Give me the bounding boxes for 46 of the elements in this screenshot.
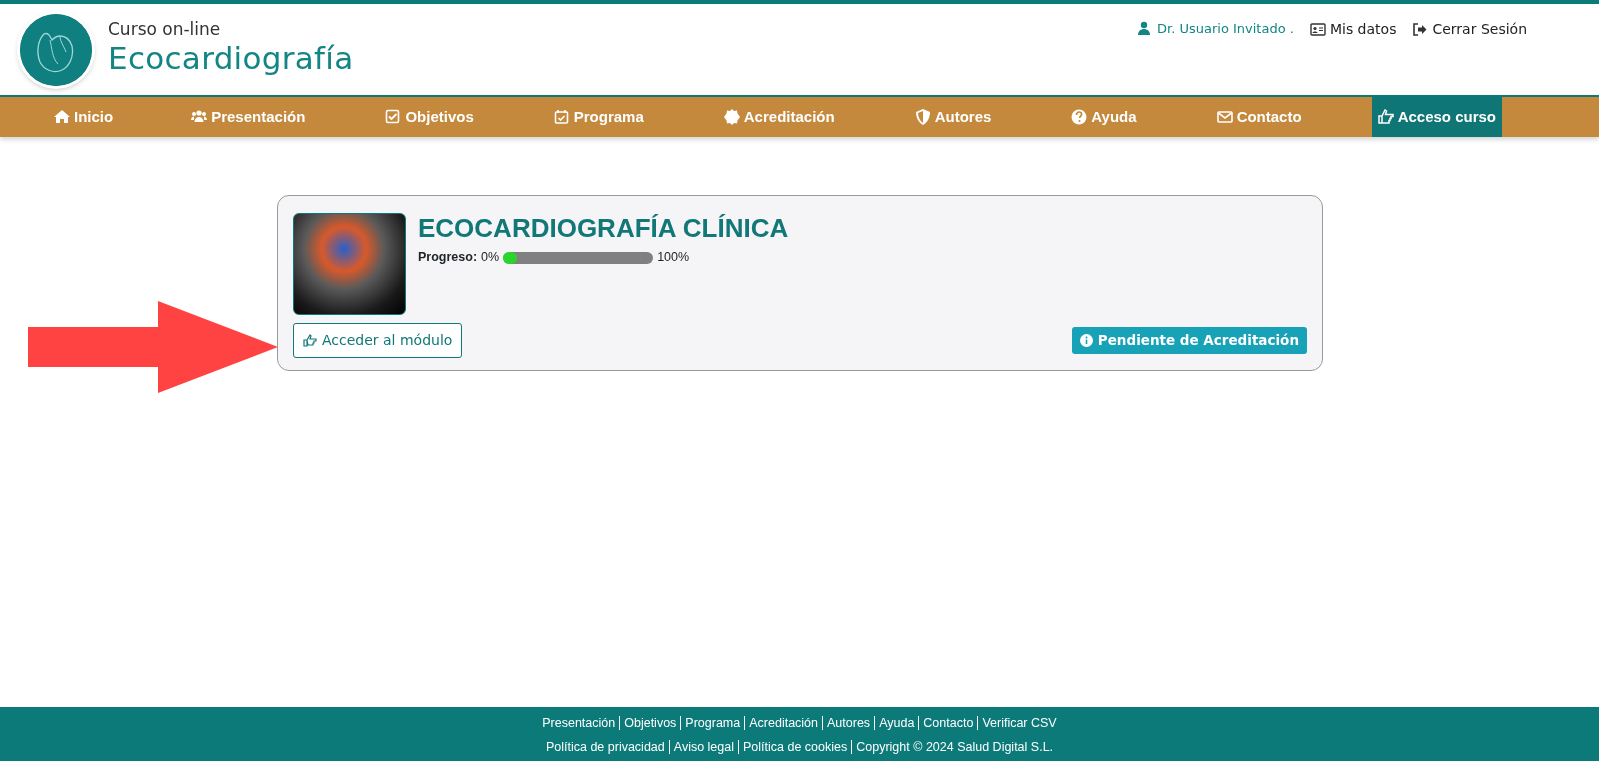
footer-link[interactable]: Política de cookies — [738, 740, 852, 754]
footer-link[interactable]: Autores — [822, 716, 875, 730]
course-title: ECOCARDIOGRAFÍA CLÍNICA — [418, 213, 789, 245]
pointer-arrow-icon — [28, 301, 278, 393]
footer-link[interactable]: Objetivos — [619, 716, 681, 730]
nav-tab[interactable]: Programa — [547, 97, 650, 137]
nav-tab[interactable]: Autores — [908, 97, 998, 137]
nav-tab[interactable]: Acceso curso — [1371, 97, 1502, 137]
nav-tab[interactable]: Contacto — [1210, 97, 1308, 137]
footer-link[interactable]: Copyright © 2024 Salud Digital S.L. — [851, 740, 1058, 754]
nav-tab[interactable]: Acreditación — [717, 97, 841, 137]
status-badge: Pendiente de Acreditación — [1071, 327, 1307, 354]
progress-label: Progreso: — [418, 249, 478, 267]
envelope-icon — [1216, 109, 1233, 125]
access-module-button[interactable]: Acceder al módulo — [293, 323, 463, 358]
nav-tab[interactable]: Ayuda — [1065, 97, 1143, 137]
home-icon — [54, 109, 70, 125]
nav-tab[interactable]: Presentación — [185, 97, 312, 137]
nav-tab[interactable]: Objetivos — [379, 97, 480, 137]
progress-min-label: 0% — [481, 249, 500, 267]
info-icon — [1079, 334, 1093, 347]
my-data-link[interactable]: Mis datos — [1309, 19, 1397, 40]
footer-link[interactable]: Contacto — [918, 716, 978, 730]
checkbox-icon — [385, 109, 402, 125]
people-icon — [191, 109, 208, 125]
user-name-link[interactable]: Dr. Usuario Invitado . — [1137, 19, 1294, 39]
progress-max-label: 100% — [657, 249, 690, 267]
nav-tab[interactable]: Inicio — [48, 97, 120, 137]
logout-link[interactable]: Cerrar Sesión — [1412, 19, 1527, 40]
shield-icon — [914, 109, 931, 125]
footer-link[interactable]: Ayuda — [874, 716, 919, 730]
footer-link[interactable]: Presentación — [538, 716, 620, 730]
logo-subtitle: Curso on-line — [108, 18, 222, 41]
footer-link[interactable]: Aviso legal — [668, 740, 738, 754]
footer-link[interactable]: Acreditación — [744, 716, 823, 730]
logo-title: Ecocardiografía — [108, 42, 354, 74]
question-icon — [1071, 109, 1088, 125]
calendar-check-icon — [553, 109, 570, 125]
id-card-icon — [1309, 22, 1326, 37]
logout-icon — [1412, 22, 1429, 37]
hand-pointer-icon — [1377, 109, 1394, 125]
footer-link[interactable]: Programa — [680, 716, 745, 730]
footer-link[interactable]: Política de privacidad — [541, 740, 669, 754]
certificate-icon — [723, 109, 740, 125]
footer-link[interactable]: Verificar CSV — [977, 716, 1061, 730]
hand-pointer-icon — [303, 334, 317, 347]
